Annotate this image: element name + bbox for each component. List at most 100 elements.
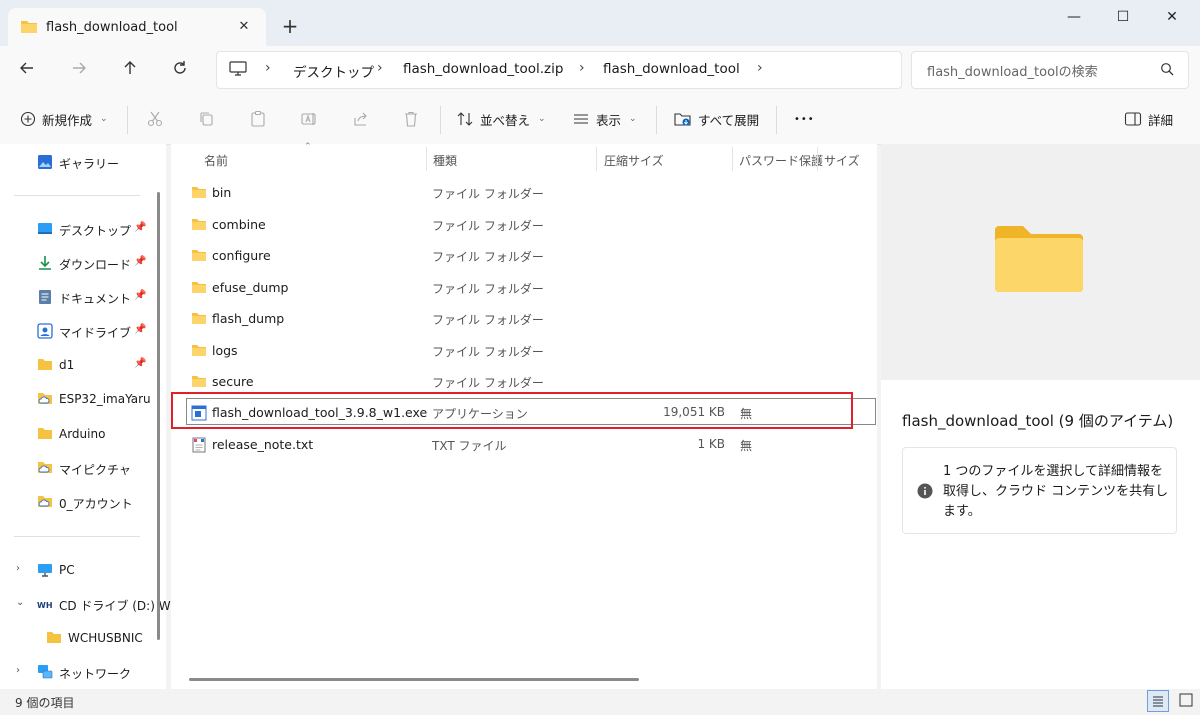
column-header-compressed-size[interactable]: 圧縮サイズ [604, 152, 664, 169]
maximize-button[interactable]: ☐ [1103, 6, 1143, 28]
forward-arrow-icon [73, 62, 86, 74]
folder-icon [191, 280, 207, 294]
nav-label: PC [59, 563, 75, 577]
list-item[interactable]: configure ファイル フォルダー [171, 240, 877, 270]
horizontal-scrollbar[interactable] [189, 678, 639, 681]
file-type: ファイル フォルダー [432, 345, 544, 359]
details-button[interactable]: 詳細 [1124, 108, 1173, 130]
up-arrow-icon [124, 61, 136, 74]
column-separator[interactable] [596, 147, 597, 171]
back-button[interactable] [17, 58, 43, 82]
up-button[interactable] [120, 58, 146, 82]
nav-item-wchusbnic[interactable]: WCHUSBNIC [0, 623, 150, 653]
close-button[interactable]: ✕ [1152, 6, 1192, 28]
sort-button[interactable]: 並べ替え ⌄ [456, 108, 546, 130]
more-options-button[interactable]: ••• [794, 108, 815, 130]
nav-item-pc[interactable]: › PC [0, 555, 150, 585]
address-bar[interactable]: › デスクトップ › flash_download_tool.zip › fla… [216, 51, 902, 89]
chevron-right-icon[interactable]: › [16, 665, 20, 676]
info-icon [917, 483, 933, 499]
details-view-button[interactable] [1147, 690, 1169, 712]
pin-icon[interactable]: 📌 [134, 256, 146, 267]
nav-label: マイピクチャ [59, 463, 131, 477]
search-placeholder: flash_download_toolの検索 [927, 65, 1098, 80]
nav-scrollbar[interactable] [157, 192, 160, 640]
share-button[interactable] [352, 108, 370, 130]
paste-button[interactable] [249, 108, 267, 130]
nav-item-d1[interactable]: d1 📌 [0, 350, 150, 380]
breadcrumb-folder[interactable]: flash_download_tool [603, 61, 740, 77]
download-icon [37, 255, 53, 271]
file-name: secure [212, 374, 254, 389]
column-separator[interactable] [817, 147, 818, 171]
plus-circle-icon [20, 111, 36, 127]
nav-item-account[interactable]: 0_アカウント [0, 487, 150, 517]
pin-icon[interactable]: 📌 [134, 358, 146, 369]
chevron-down-icon[interactable]: ⌄ [16, 597, 24, 608]
nav-item-documents[interactable]: ドキュメント 📌 [0, 282, 150, 312]
forward-button[interactable] [69, 58, 95, 82]
folder-icon [191, 343, 207, 357]
breadcrumb-desktop[interactable]: デスクトップ [293, 61, 374, 81]
minimize-button[interactable]: — [1054, 6, 1094, 28]
tiles-view-button[interactable] [1176, 690, 1198, 712]
column-header-password[interactable]: パスワード保護 [739, 152, 823, 169]
item-count: 9 個の項目 [15, 696, 75, 710]
list-item[interactable]: release_note.txt TXT ファイル 1 KB 無 [171, 429, 877, 459]
column-header-name[interactable]: 名前 [204, 152, 228, 169]
rename-button[interactable] [300, 108, 318, 130]
column-header-size[interactable]: サイズ [824, 152, 860, 169]
extract-folder-icon [674, 113, 691, 126]
nav-item-esp32[interactable]: ESP32_imaYaru [0, 384, 151, 414]
breadcrumb-zip[interactable]: flash_download_tool.zip [403, 61, 563, 77]
tab-close-icon[interactable]: ✕ [232, 15, 256, 39]
list-view-icon [1153, 696, 1163, 707]
nav-item-network[interactable]: › ネットワーク [0, 657, 150, 687]
cloud-folder-icon [37, 391, 53, 407]
file-type: ファイル フォルダー [432, 376, 544, 390]
folder-icon [191, 217, 207, 231]
search-icon[interactable] [1160, 62, 1174, 76]
tab-flash-download-tool[interactable]: flash_download_tool ✕ [8, 8, 266, 46]
nav-label: WCHUSBNIC [68, 631, 143, 645]
breadcrumb-chevron-icon: › [579, 60, 585, 76]
new-tab-button[interactable]: + [278, 14, 302, 38]
drive-icon [37, 323, 53, 339]
list-item[interactable]: combine ファイル フォルダー [171, 209, 877, 239]
folder-icon [37, 426, 53, 442]
nav-item-cd-drive[interactable]: ⌄ WH CD ドライブ (D:) W [0, 589, 171, 619]
navigation-pane: ギャラリー デスクトップ 📌 ダウンロード 📌 ドキュメント 📌 マイドライブ … [0, 144, 171, 689]
delete-button[interactable] [402, 108, 420, 130]
nav-item-my-drive[interactable]: マイドライブ 📌 [0, 316, 150, 346]
nav-item-my-pictures[interactable]: マイピクチャ [0, 453, 150, 483]
cloud-folder-icon [37, 460, 53, 476]
view-button[interactable]: 表示 ⌄ [572, 108, 637, 130]
column-header-type[interactable]: 種類 [433, 152, 457, 169]
list-item[interactable]: logs ファイル フォルダー [171, 335, 877, 365]
file-name: configure [212, 248, 271, 263]
divider [14, 536, 140, 537]
nav-item-arduino[interactable]: Arduino [0, 419, 150, 449]
nav-item-gallery[interactable]: ギャラリー [0, 147, 150, 177]
column-separator[interactable] [426, 147, 427, 171]
nav-item-downloads[interactable]: ダウンロード 📌 [0, 248, 150, 278]
search-input[interactable]: flash_download_toolの検索 [911, 51, 1189, 89]
list-item[interactable]: efuse_dump ファイル フォルダー [171, 272, 877, 302]
nav-item-desktop[interactable]: デスクトップ 📌 [0, 214, 150, 244]
folder-icon [191, 185, 207, 199]
pin-icon[interactable]: 📌 [134, 222, 146, 233]
copy-button[interactable] [198, 108, 216, 130]
chevron-right-icon[interactable]: › [16, 563, 20, 574]
column-separator[interactable] [732, 147, 733, 171]
list-item[interactable]: flash_dump ファイル フォルダー [171, 303, 877, 333]
cut-button[interactable] [146, 108, 164, 130]
pin-icon[interactable]: 📌 [134, 324, 146, 335]
list-item[interactable]: bin ファイル フォルダー [171, 177, 877, 207]
refresh-button[interactable] [170, 58, 196, 82]
new-button[interactable]: 新規作成 ⌄ [20, 108, 108, 130]
file-password: 無 [740, 439, 753, 453]
folder-icon [37, 357, 53, 373]
pin-icon[interactable]: 📌 [134, 290, 146, 301]
nav-label: マイドライブ [59, 326, 132, 340]
expand-all-button[interactable]: すべて展開 [674, 108, 759, 130]
